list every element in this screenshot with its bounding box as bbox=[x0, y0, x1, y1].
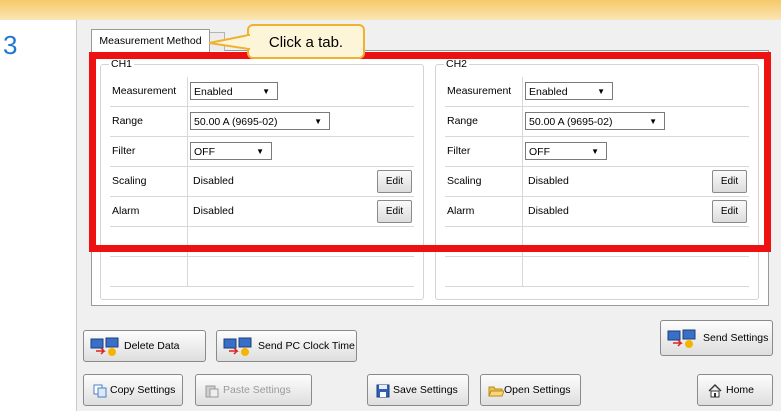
home-button[interactable]: Home bbox=[697, 374, 773, 406]
ch2-row-empty bbox=[445, 257, 749, 287]
button-label: Open Settings bbox=[504, 384, 571, 396]
delete-data-button[interactable]: Delete Data bbox=[83, 330, 206, 362]
button-label: Copy Settings bbox=[110, 384, 176, 396]
paste-settings-button[interactable]: Paste Settings bbox=[195, 374, 312, 406]
button-label: Save Settings bbox=[393, 384, 458, 396]
save-disk-icon bbox=[376, 384, 390, 398]
callout-text: Click a tab. bbox=[268, 34, 344, 51]
open-settings-button[interactable]: Open Settings bbox=[480, 374, 581, 406]
button-label: Send PC Clock Time bbox=[258, 340, 355, 352]
highlight-frame bbox=[89, 52, 771, 252]
send-pc-clock-time-button[interactable]: Send PC Clock Time bbox=[216, 330, 357, 362]
pc-transfer-icon bbox=[90, 337, 119, 356]
button-label: Delete Data bbox=[124, 340, 180, 352]
paste-icon bbox=[205, 385, 219, 398]
button-label: Paste Settings bbox=[223, 384, 291, 396]
copy-settings-button[interactable]: Copy Settings bbox=[83, 374, 183, 406]
top-banner bbox=[0, 0, 781, 20]
pc-transfer-icon bbox=[667, 329, 696, 348]
copy-icon bbox=[93, 384, 107, 398]
open-folder-icon bbox=[488, 386, 504, 397]
callout-pointer bbox=[209, 34, 251, 51]
send-settings-button[interactable]: Send Settings bbox=[660, 320, 773, 356]
step-number: 3 bbox=[3, 30, 18, 60]
tab-measurement-method[interactable]: Measurement Method bbox=[91, 29, 210, 52]
button-label: Home bbox=[726, 384, 755, 396]
ch1-row-empty bbox=[110, 257, 414, 287]
button-label: Send Settings bbox=[703, 332, 769, 344]
callout-bubble: Click a tab. bbox=[209, 24, 365, 59]
save-settings-button[interactable]: Save Settings bbox=[367, 374, 469, 406]
home-icon bbox=[708, 384, 722, 398]
pc-transfer-icon bbox=[223, 337, 252, 356]
